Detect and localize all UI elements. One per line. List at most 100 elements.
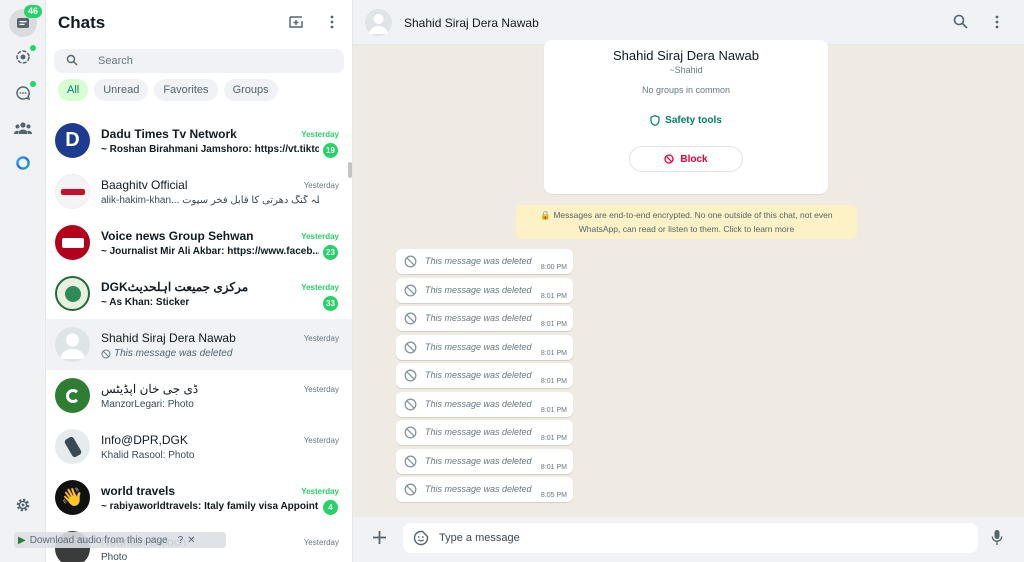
chat-row[interactable]: Voice news Group Sehwan ~ Journalist Mir… <box>46 217 352 268</box>
deleted-message-bubble[interactable]: This message was deleted 8:01 PM <box>396 306 573 331</box>
download-audio-label: Download audio from this page <box>29 534 168 546</box>
panel-title: Chats <box>58 13 106 32</box>
close-icon[interactable]: ✕ <box>187 535 195 546</box>
block-button[interactable]: Block <box>629 146 743 172</box>
help-icon[interactable]: ? <box>178 535 184 546</box>
kebab-menu-icon <box>995 15 999 29</box>
kebab-menu-icon <box>330 15 334 29</box>
search-input[interactable] <box>98 52 328 70</box>
chat-list-scrollbar[interactable] <box>348 162 352 178</box>
nav-rail: 46 <box>0 0 46 562</box>
safety-tools-link[interactable]: Safety tools <box>544 115 828 126</box>
chat-time: Yesterday <box>303 385 339 394</box>
chat-list-panel: Chats All Unread Favorites Groups D Dadu… <box>46 0 353 562</box>
filter-all[interactable]: All <box>58 79 89 101</box>
chat-time: Yesterday <box>303 334 339 343</box>
chat-last-message: ~ Roshan Birahmani Jamshoro: https://vt.… <box>101 144 319 155</box>
settings-nav-button[interactable] <box>9 491 37 519</box>
chat-last-message: ~ As Khan: Sticker <box>101 297 190 308</box>
chat-row[interactable]: Info@DPR,DGK Khalid Rasool: Photo Yester… <box>46 421 352 472</box>
chat-row[interactable]: D Dadu Times Tv Network ~ Roshan Birahma… <box>46 115 352 166</box>
meta-ai-nav-button[interactable] <box>9 149 37 177</box>
status-new-dot <box>30 45 36 51</box>
chat-row[interactable]: ڈی جی خان اپڈیٹس ManzorLegari: Photo Yes… <box>46 370 352 421</box>
chat-time: Yesterday <box>303 538 339 547</box>
message-text: This message was deleted <box>425 427 532 437</box>
voice-message-button[interactable] <box>991 529 1003 551</box>
chat-row-selected[interactable]: Shahid Siraj Dera Nawab This message was… <box>46 319 352 370</box>
message-time: 8:01 PM <box>540 350 567 357</box>
deleted-icon <box>404 455 417 468</box>
message-time: 8:01 PM <box>540 293 567 300</box>
message-time: 8:01 PM <box>540 435 567 442</box>
composer <box>353 517 1024 562</box>
menu-button[interactable] <box>322 12 342 32</box>
deleted-message-bubble[interactable]: This message was deleted 8:01 PM <box>396 278 573 303</box>
message-time: 8:00 PM <box>540 264 567 271</box>
search-icon <box>66 54 78 66</box>
communities-nav-button[interactable] <box>9 114 37 142</box>
search-chat-button[interactable] <box>953 14 968 34</box>
channels-new-dot <box>30 81 36 87</box>
sticker-emoji-icon <box>413 530 429 546</box>
microphone-icon <box>991 530 1003 545</box>
info-groups: No groups in common <box>641 85 731 95</box>
deleted-message-bubble[interactable]: This message was deleted 8:00 PM <box>396 249 573 274</box>
search-icon <box>953 14 968 29</box>
deleted-icon <box>101 349 111 359</box>
message-text: This message was deleted <box>425 370 532 380</box>
message-input-box <box>403 523 978 553</box>
channels-icon <box>16 86 31 101</box>
block-icon <box>664 154 675 164</box>
deleted-message-bubble[interactable]: This message was deleted 8:01 PM <box>396 363 573 388</box>
chat-last-message: ~ Journalist Mir Ali Akbar: https://www.… <box>101 246 319 257</box>
avatar: 👋 <box>55 480 90 515</box>
chat-name: Dadu Times Tv Network <box>101 127 237 141</box>
new-chat-icon <box>289 16 303 28</box>
deleted-message-bubble[interactable]: This message was deleted 8:05 PM <box>396 477 573 502</box>
message-text: This message was deleted <box>425 456 532 466</box>
chat-row[interactable]: Baaghitv Official alik-hakim-khan... تلہ… <box>46 166 352 217</box>
encryption-notice[interactable]: 🔒 Messages are end-to-end encrypted. No … <box>516 205 857 239</box>
unread-count-badge: 33 <box>323 296 338 311</box>
default-avatar-icon <box>60 333 85 359</box>
avatar: D <box>55 123 90 158</box>
waving-hand-icon: 👋 <box>61 487 84 507</box>
contact-avatar[interactable] <box>365 9 392 36</box>
chat-menu-button[interactable] <box>995 15 999 34</box>
chat-last-message: alik-hakim-khan... تلہ گنگ دھرتی کا قابل… <box>101 195 319 206</box>
message-text: This message was deleted <box>425 484 532 494</box>
unread-count-badge: 19 <box>323 143 338 158</box>
deleted-message-bubble[interactable]: This message was deleted 8:01 PM <box>396 392 573 417</box>
chat-last-message: Photo <box>101 552 128 562</box>
avatar <box>55 225 90 260</box>
new-chat-button[interactable] <box>286 12 306 32</box>
chat-time: Yesterday <box>301 232 339 241</box>
attach-button[interactable] <box>372 530 387 550</box>
download-audio-bar[interactable]: ▶ Download audio from this page ? ✕ <box>14 532 226 548</box>
avatar <box>55 378 90 413</box>
block-label: Block <box>680 153 708 165</box>
deleted-message-bubble[interactable]: This message was deleted 8:01 PM <box>396 420 573 445</box>
deleted-message-bubble[interactable]: This message was deleted 8:01 PM <box>396 335 573 360</box>
deleted-icon <box>404 426 417 439</box>
filter-groups[interactable]: Groups <box>223 79 278 101</box>
chat-row[interactable]: 👋 world travels ~ rabiyaworldtravels: It… <box>46 472 352 523</box>
deleted-icon <box>404 284 417 297</box>
conversation-header[interactable]: Shahid Siraj Dera Nawab <box>353 0 1024 45</box>
message-text: This message was deleted <box>425 342 532 352</box>
chat-time: Yesterday <box>301 283 339 292</box>
emoji-button[interactable] <box>413 530 429 551</box>
deleted-message-bubble[interactable]: This message was deleted 8:01 PM <box>396 449 573 474</box>
message-input[interactable] <box>439 529 959 547</box>
filter-favorites[interactable]: Favorites <box>154 79 218 101</box>
chat-last-message: Khalid Rasool: Photo <box>101 450 195 461</box>
chat-row[interactable]: DGKمرکزی جمیعت اہلحدیث ~ As Khan: Sticke… <box>46 268 352 319</box>
deleted-icon <box>404 369 417 382</box>
chat-name: Baaghitv Official <box>101 178 188 192</box>
message-text: This message was deleted <box>425 313 532 323</box>
message-time: 8:01 PM <box>540 378 567 385</box>
filter-unread[interactable]: Unread <box>94 79 149 101</box>
message-text: This message was deleted <box>425 256 532 266</box>
chat-time: Yesterday <box>301 130 339 139</box>
